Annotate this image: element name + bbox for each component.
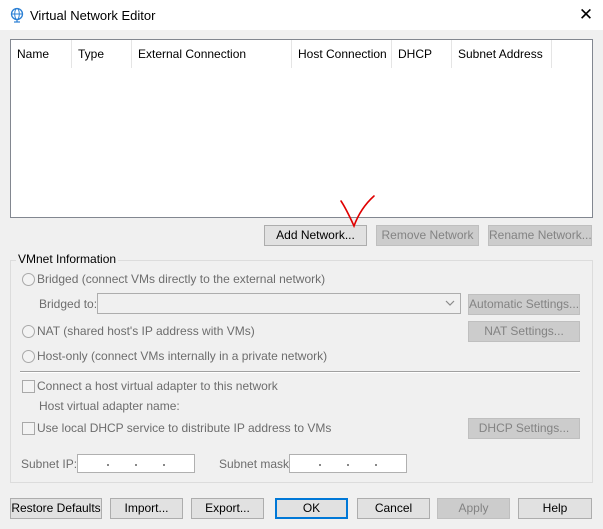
help-button[interactable]: Help [518,498,592,519]
red-checkmark-annotation [338,193,380,235]
export-button[interactable]: Export... [191,498,264,519]
column-header-dhcp[interactable]: DHCP [392,40,452,68]
bridged-to-select[interactable] [97,293,461,314]
column-header-host-connection[interactable]: Host Connection [292,40,392,68]
adapter-name-label: Host virtual adapter name: [39,399,180,413]
column-header-subnet-address[interactable]: Subnet Address [452,40,552,68]
bridged-to-label: Bridged to: [39,297,98,311]
bridged-label: Bridged (connect VMs directly to the ext… [37,272,326,286]
remove-network-button[interactable]: Remove Network [376,225,479,246]
separator [20,371,580,373]
nat-radio[interactable] [22,325,35,338]
ok-button[interactable]: OK [275,498,348,519]
connect-adapter-label: Connect a host virtual adapter to this n… [37,379,278,393]
bridged-radio[interactable] [22,273,35,286]
nat-settings-button[interactable]: NAT Settings... [468,321,580,342]
rename-network-button[interactable]: Rename Network... [488,225,592,246]
subnet-ip-label: Subnet IP: [21,457,78,471]
ip-dot [319,464,321,466]
subnet-ip-field[interactable] [77,454,195,473]
automatic-settings-button[interactable]: Automatic Settings... [468,294,580,315]
dhcp-settings-button[interactable]: DHCP Settings... [468,418,580,439]
close-button[interactable]: ✕ [573,3,599,27]
subnet-mask-field[interactable] [289,454,407,473]
column-header-type[interactable]: Type [72,40,132,68]
nat-label: NAT (shared host's IP address with VMs) [37,324,255,338]
column-header-name[interactable]: Name [11,40,72,68]
chevron-down-icon [444,297,456,309]
ip-dot [135,464,137,466]
ip-dot [163,464,165,466]
connect-adapter-checkbox[interactable] [22,380,35,393]
close-icon: ✕ [578,5,594,24]
host-only-label: Host-only (connect VMs internally in a p… [37,349,328,363]
host-only-radio[interactable] [22,350,35,363]
ip-dot [107,464,109,466]
restore-defaults-button[interactable]: Restore Defaults [10,498,102,519]
cancel-button[interactable]: Cancel [357,498,430,519]
dhcp-label: Use local DHCP service to distribute IP … [37,421,332,435]
apply-button[interactable]: Apply [437,498,510,519]
import-button[interactable]: Import... [110,498,183,519]
column-header-external-connection[interactable]: External Connection [132,40,292,68]
vmnet-info-group-label: VMnet Information [16,252,119,266]
window-title: Virtual Network Editor [30,8,156,23]
dhcp-checkbox[interactable] [22,422,35,435]
ip-dot [347,464,349,466]
network-list[interactable]: Name Type External Connection Host Conne… [10,39,593,218]
ip-dot [375,464,377,466]
subnet-mask-label: Subnet mask: [219,457,293,471]
globe-icon [9,7,25,23]
